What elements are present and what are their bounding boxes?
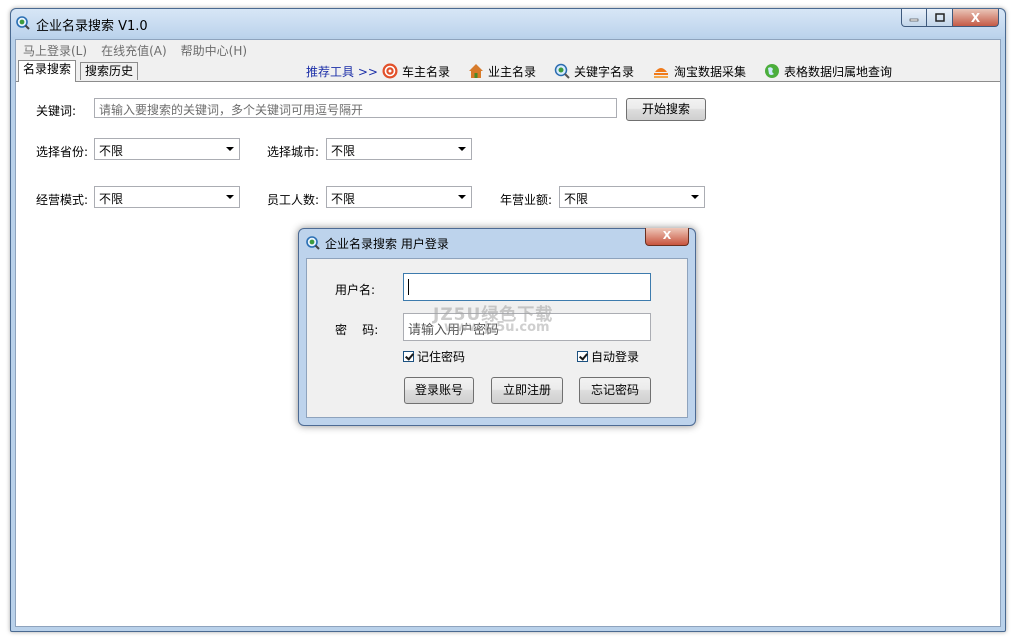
tool-house-owner-label: 业主名录 — [487, 64, 536, 79]
menu-help[interactable]: 帮助中心(H) — [174, 42, 254, 59]
minimize-button[interactable] — [901, 9, 927, 27]
auto-login-checkbox[interactable]: 自动登录 — [577, 348, 639, 365]
tool-taobao-collect-label: 淘宝数据采集 — [673, 64, 746, 79]
tool-keyword-directory[interactable]: 关键字名录 — [554, 63, 634, 80]
business-mode-select[interactable]: 不限 — [94, 186, 240, 208]
watermark-url: www.jz5u.com — [444, 320, 550, 335]
username-input[interactable] — [403, 273, 651, 301]
house-icon — [468, 64, 483, 78]
taobao-icon — [653, 68, 668, 78]
login-dialog-body: 用户名: 密 码: 请输入用户密码 记住密码 自动登录 登录账号 立即注册 忘记… — [306, 258, 688, 418]
tool-car-owner[interactable]: 车主名录 — [382, 63, 450, 80]
chevron-down-icon — [458, 147, 466, 151]
title-bar[interactable]: 企业名录搜索 V1.0 X — [11, 9, 1005, 37]
tab-directory-search[interactable]: 名录搜索 — [18, 60, 77, 82]
forgot-password-button[interactable]: 忘记密码 — [579, 377, 651, 404]
chevron-down-icon — [226, 147, 234, 151]
window-title: 企业名录搜索 V1.0 — [36, 19, 148, 34]
close-icon: X — [970, 10, 981, 25]
search-globe-icon — [554, 63, 570, 79]
remember-password-checkbox[interactable]: 记住密码 — [403, 348, 465, 365]
tool-keyword-directory-label: 关键字名录 — [573, 64, 634, 79]
revenue-value: 不限 — [564, 192, 589, 206]
close-button[interactable]: X — [953, 9, 999, 27]
app-search-icon — [16, 16, 30, 30]
revenue-select[interactable]: 不限 — [559, 186, 705, 208]
tab-strip: 名录搜索 搜索历史 推荐工具 >> 车主名录 业主名录 关键字名录 淘宝数据采集… — [16, 60, 1000, 82]
chevron-down-icon — [691, 195, 699, 199]
menu-login[interactable]: 马上登录(L) — [16, 42, 94, 59]
checkbox-checked-icon — [403, 351, 414, 362]
minimize-icon — [909, 18, 919, 21]
chevron-down-icon — [458, 195, 466, 199]
tool-table-location[interactable]: 表格数据归属地查询 — [764, 63, 892, 80]
app-search-icon — [306, 236, 320, 250]
employees-select[interactable]: 不限 — [326, 186, 472, 208]
menu-recharge[interactable]: 在线充值(A) — [94, 42, 174, 59]
employees-value: 不限 — [331, 192, 356, 206]
chevron-down-icon — [226, 195, 234, 199]
business-mode-value: 不限 — [99, 192, 124, 206]
keyword-input[interactable]: 请输入要搜索的关键词，多个关键词可用逗号隔开 — [94, 98, 617, 118]
keyword-label: 关键词: — [36, 104, 77, 118]
city-value: 不限 — [331, 144, 356, 158]
checkbox-checked-icon — [577, 351, 588, 362]
globe-icon — [765, 64, 779, 78]
tool-car-owner-label: 车主名录 — [401, 64, 450, 79]
city-select[interactable]: 不限 — [326, 138, 472, 160]
revenue-label: 年营业额: — [500, 193, 553, 207]
username-label: 用户名: — [335, 283, 376, 297]
tool-taobao-collect[interactable]: 淘宝数据采集 — [652, 63, 746, 80]
car-owner-icon — [382, 63, 398, 79]
maximize-icon — [934, 13, 945, 22]
menu-bar: 马上登录(L) 在线充值(A) 帮助中心(H) — [16, 40, 1000, 60]
remember-password-label: 记住密码 — [417, 350, 466, 364]
password-label: 密 码: — [335, 323, 379, 337]
city-label: 选择城市: — [267, 145, 320, 159]
login-button[interactable]: 登录账号 — [404, 377, 474, 404]
tool-table-location-label: 表格数据归属地查询 — [784, 64, 893, 79]
register-button[interactable]: 立即注册 — [491, 377, 563, 404]
tool-house-owner[interactable]: 业主名录 — [468, 63, 536, 80]
login-dialog-close-button[interactable]: X — [645, 228, 689, 246]
text-caret — [408, 279, 409, 295]
employees-label: 员工人数: — [267, 193, 320, 207]
province-value: 不限 — [99, 144, 124, 158]
login-dialog-title: 企业名录搜索 用户登录 — [325, 237, 449, 251]
close-icon: X — [662, 229, 672, 242]
province-label: 选择省份: — [36, 145, 89, 159]
tools-label: 推荐工具 >> — [306, 64, 378, 79]
auto-login-label: 自动登录 — [591, 350, 640, 364]
province-select[interactable]: 不限 — [94, 138, 240, 160]
maximize-button[interactable] — [927, 9, 953, 27]
recommended-tools: 推荐工具 >> 车主名录 业主名录 关键字名录 淘宝数据采集 表格数据归属地查询 — [306, 63, 910, 79]
business-mode-label: 经营模式: — [36, 193, 89, 207]
tab-search-history[interactable]: 搜索历史 — [80, 62, 139, 80]
start-search-button[interactable]: 开始搜索 — [626, 98, 706, 121]
window-controls: X — [901, 9, 999, 29]
